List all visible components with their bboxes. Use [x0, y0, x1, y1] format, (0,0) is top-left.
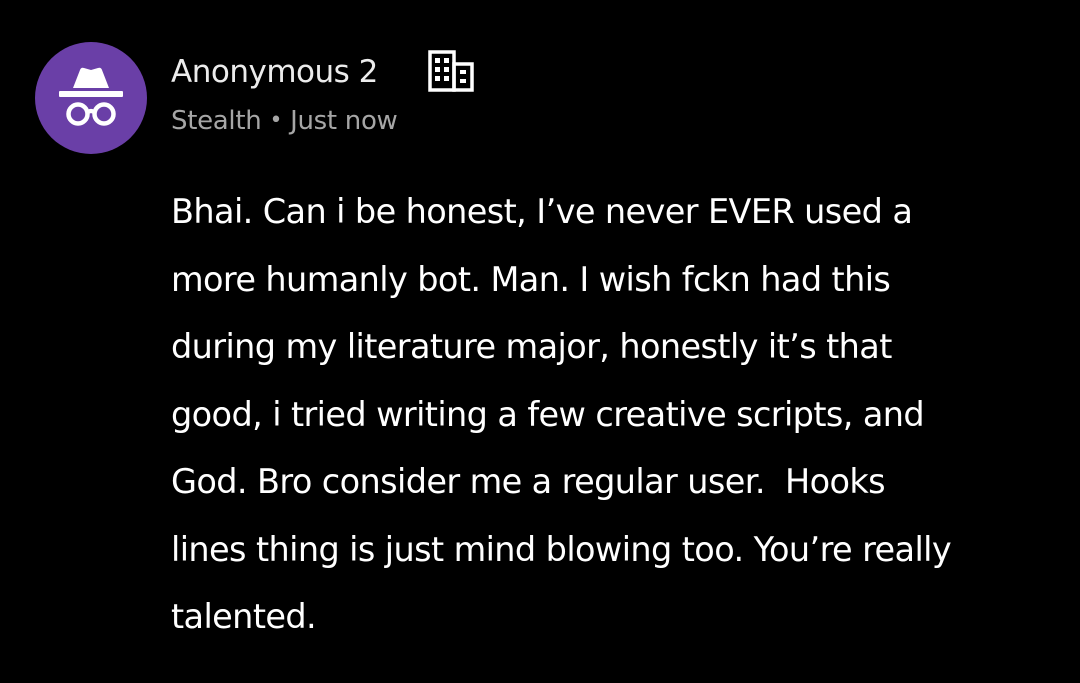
- post-body: Bhai. Can i be honest, I’ve never EVER u…: [171, 192, 952, 636]
- author-name[interactable]: Anonymous 2: [171, 52, 378, 92]
- avatar[interactable]: [35, 42, 147, 154]
- incognito-icon: [59, 67, 123, 126]
- meta-separator: •: [269, 108, 283, 133]
- post-meta: Stealth • Just now: [171, 103, 398, 139]
- company-name[interactable]: Stealth: [171, 106, 262, 136]
- post-timestamp: Just now: [290, 106, 398, 136]
- post-card: Anonymous 2 Stealth • Just now Bhai. Can i…: [0, 0, 1080, 683]
- company-building-icon[interactable]: [426, 50, 476, 92]
